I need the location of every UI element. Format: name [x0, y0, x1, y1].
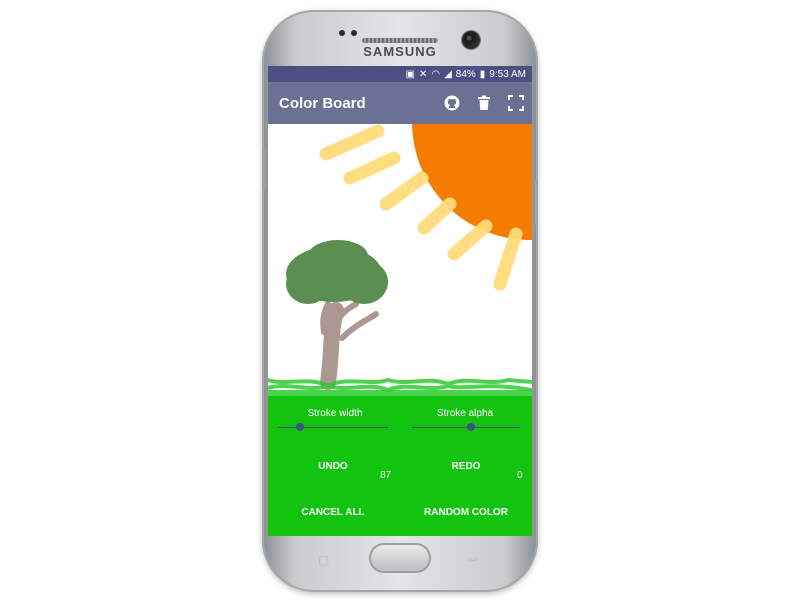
- proximity-sensor: [339, 30, 345, 36]
- random-color-button[interactable]: RANDOM COLOR: [406, 507, 526, 518]
- recent-apps-icon: ▢: [318, 553, 330, 567]
- wifi-icon: ◠: [431, 68, 441, 80]
- app-bar: Color Board: [268, 82, 532, 124]
- clock: 9:53 AM: [489, 68, 526, 80]
- battery-icon: ▮: [479, 68, 486, 80]
- stroke-alpha-thumb[interactable]: [467, 423, 476, 431]
- sun-ray: [379, 171, 429, 211]
- cancel-all-button[interactable]: CANCEL ALL: [273, 507, 393, 518]
- sun-ray: [417, 197, 457, 235]
- redo-count: 0: [517, 470, 523, 481]
- back-icon: ↩: [468, 553, 479, 567]
- tree-canopy: [286, 264, 330, 304]
- sun-ray: [343, 151, 401, 185]
- trash-icon[interactable]: [468, 82, 500, 124]
- tree-canopy: [308, 240, 368, 272]
- stroke-alpha-track: [412, 427, 520, 428]
- earpiece-speaker: [362, 38, 438, 43]
- sun-ray: [447, 219, 493, 261]
- battery-level: 84%: [455, 68, 476, 80]
- sun-ray: [319, 124, 385, 161]
- signal-icon: ◢: [444, 68, 452, 80]
- github-icon[interactable]: [436, 82, 468, 124]
- undo-count: 87: [380, 470, 392, 481]
- tree-branch: [339, 311, 379, 341]
- undo-button[interactable]: UNDO: [273, 461, 393, 472]
- status-bar: ▣ ✕ ◠ ◢ 84% ▮ 9:53 AM: [268, 66, 532, 82]
- controls-panel: Stroke width Stroke alpha UNDO 87 REDO 0…: [268, 396, 532, 536]
- stroke-width-thumb[interactable]: [296, 423, 304, 431]
- redo-button[interactable]: REDO: [406, 461, 526, 472]
- stroke-width-label: Stroke width: [307, 408, 363, 419]
- light-sensor: [351, 30, 357, 36]
- sun-ray: [493, 227, 523, 291]
- notification-icon: ▣: [405, 68, 415, 80]
- grass-scribble: [268, 383, 532, 393]
- fullscreen-icon[interactable]: [500, 82, 532, 124]
- stroke-alpha-label: Stroke alpha: [436, 408, 494, 419]
- brand-logo: SAMSUNG: [363, 44, 437, 59]
- drawing-canvas[interactable]: [268, 66, 532, 396]
- tree-trunk: [320, 302, 344, 390]
- home-button[interactable]: [369, 543, 431, 573]
- app-screen: ▣ ✕ ◠ ◢ 84% ▮ 9:53 AM Color Board Stroke…: [268, 66, 532, 536]
- mute-icon: ✕: [418, 68, 428, 80]
- power-key: [535, 180, 538, 225]
- front-camera: [462, 31, 480, 49]
- stroke-width-track: [278, 427, 388, 428]
- volume-key: [262, 150, 265, 190]
- app-title: Color Board: [279, 94, 366, 112]
